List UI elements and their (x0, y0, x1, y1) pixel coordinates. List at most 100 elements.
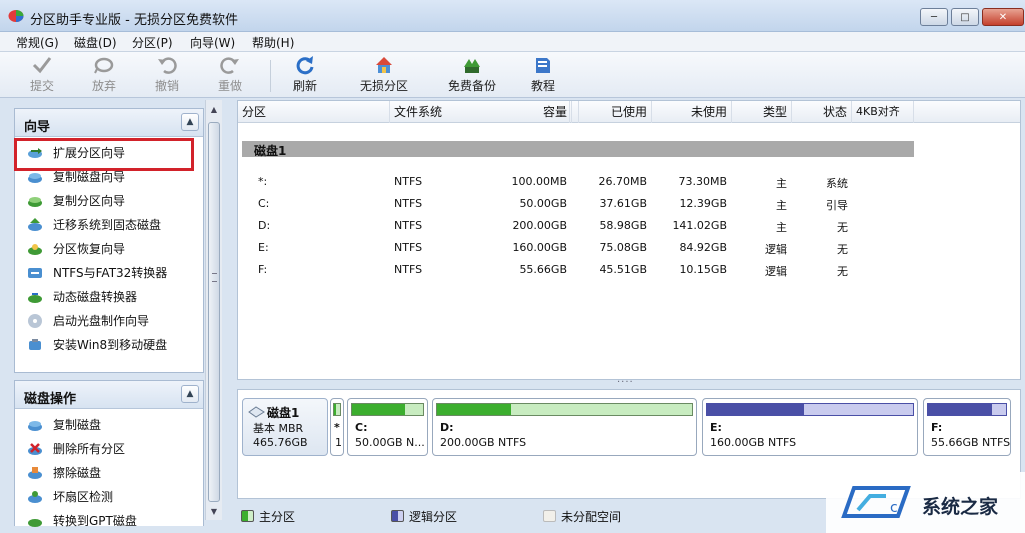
wizard-item-win8-to-go[interactable]: 安装Win8到移动硬盘 (15, 333, 203, 357)
partition-desc: 55.66GB NTFS (931, 436, 1011, 449)
partition-label: F: (931, 421, 943, 434)
menu-bar: 常规(G) 磁盘(D) 分区(P) 向导(W) 帮助(H) (0, 32, 1025, 52)
column-capacity[interactable]: 容量 (492, 101, 572, 123)
wizard-item-copy-partition[interactable]: 复制分区向导 (15, 189, 203, 213)
minimize-button[interactable]: ─ (920, 8, 948, 26)
eraser-icon (28, 467, 42, 479)
disk-op-convert-gpt[interactable]: 转换到GPT磁盘 (15, 509, 203, 533)
column-type[interactable]: 类型 (732, 101, 792, 123)
discard-label: 放弃 (91, 79, 116, 93)
table-row[interactable]: C: NTFS 50.00GB 37.61GB 12.39GB 主 引导 (238, 193, 1020, 215)
disk-panel-collapse-button[interactable]: ▲ (181, 385, 199, 403)
close-icon: ✕ (998, 11, 1008, 23)
partition-desc: 200.00GB NTFS (440, 436, 527, 449)
legend-unallocated-label: 未分配空间 (561, 510, 622, 524)
redo-button[interactable]: 重做 (198, 55, 262, 95)
cell-used: 58.98GB (599, 219, 647, 232)
scroll-thumb[interactable] (208, 122, 220, 502)
partition-block-e[interactable]: E: 160.00GB NTFS (702, 398, 918, 456)
menu-help[interactable]: 帮助(H) (252, 34, 294, 51)
disk-group-header[interactable]: 磁盘1 (242, 141, 914, 158)
maximize-button[interactable]: □ (951, 8, 979, 26)
usage-fill (352, 404, 406, 415)
chevron-up-icon: ▲ (186, 389, 194, 399)
redo-icon (220, 57, 239, 74)
column-used[interactable]: 已使用 (572, 101, 652, 123)
partition-block-d[interactable]: D: 200.00GB NTFS (432, 398, 697, 456)
tutorial-button[interactable]: 教程 (511, 55, 575, 95)
unallocated-swatch-icon (543, 510, 556, 522)
partition-label: * (334, 421, 340, 434)
table-row[interactable]: D: NTFS 200.00GB 58.98GB 141.02GB 主 无 (238, 215, 1020, 237)
app-icon (8, 10, 24, 22)
disk-op-delete-all-partitions[interactable]: 删除所有分区 (15, 437, 203, 461)
cell-type: 主 (776, 221, 787, 234)
menu-wizard[interactable]: 向导(W) (190, 34, 235, 51)
wizard-item-extend-partition[interactable]: 扩展分区向导 (15, 141, 203, 165)
lossless-partition-button[interactable]: 无损分区 (352, 55, 416, 95)
disk-panel-header[interactable]: 磁盘操作 ▲ (15, 381, 203, 409)
left-pane: 向导 ▲ 扩展分区向导 复制磁盘向导 复制分区向导 迁移系统到固态磁盘 分区恢复… (8, 100, 226, 528)
pane-splitter[interactable] (237, 374, 1021, 389)
disk-card[interactable]: 磁盘1 基本 MBR 465.76GB (242, 398, 328, 456)
cell-filesystem: NTFS (394, 175, 423, 188)
table-row[interactable]: F: NTFS 55.66GB 45.51GB 10.15GB 逻辑 无 (238, 259, 1020, 281)
legend-primary: 主分区 (241, 508, 295, 525)
wizard-item-ntfs-fat32-converter[interactable]: NTFS与FAT32转换器 (15, 261, 203, 285)
toolbar: 提交 放弃 撤销 重做 刷新 无损分区 免费备份 教程 (0, 52, 1025, 98)
lossless-label: 无损分区 (359, 79, 408, 93)
menu-general[interactable]: 常规(G) (16, 34, 59, 51)
hard-disk-icon (248, 406, 265, 418)
wizard-item-boot-cd-builder[interactable]: 启动光盘制作向导 (15, 309, 203, 333)
partition-block-f[interactable]: F: 55.66GB NTFS (923, 398, 1011, 456)
discard-button[interactable]: 放弃 (72, 55, 136, 95)
column-4kb-align[interactable]: 4KB对齐 (852, 101, 914, 123)
disk-op-copy-disk[interactable]: 复制磁盘 (15, 413, 203, 437)
disk-op-wipe-disk[interactable]: 擦除磁盘 (15, 461, 203, 485)
convert-gpt-icon (28, 519, 42, 527)
wizard-item-migrate-os-ssd[interactable]: 迁移系统到固态磁盘 (15, 213, 203, 237)
menu-partition[interactable]: 分区(P) (132, 34, 173, 51)
cell-unused: 141.02GB (672, 219, 727, 232)
disk-op-label: 删除所有分区 (53, 442, 126, 456)
wizard-collapse-button[interactable]: ▲ (181, 113, 199, 131)
cell-partition: *: (258, 175, 268, 188)
partition-house-icon (376, 57, 392, 73)
left-pane-scrollbar[interactable]: ▲ ▼ (205, 100, 222, 520)
commit-label: 提交 (29, 79, 54, 93)
refresh-button[interactable]: 刷新 (273, 55, 337, 95)
wizard-item-copy-disk[interactable]: 复制磁盘向导 (15, 165, 203, 189)
cell-status: 无 (837, 265, 848, 278)
undo-button[interactable]: 撤销 (135, 55, 199, 95)
cell-type: 主 (776, 199, 787, 212)
scroll-up-icon[interactable]: ▲ (206, 102, 222, 118)
column-unused[interactable]: 未使用 (652, 101, 732, 123)
scroll-down-icon[interactable]: ▼ (206, 504, 222, 520)
disk-op-bad-sector-check[interactable]: 坏扇区检测 (15, 485, 203, 509)
partition-block-system[interactable]: * 1 (330, 398, 344, 456)
legend-unallocated: 未分配空间 (543, 508, 621, 525)
free-backup-button[interactable]: 免费备份 (440, 55, 504, 95)
wizard-item-label: 复制分区向导 (53, 194, 126, 208)
undo-label: 撤销 (154, 79, 179, 93)
partition-block-c[interactable]: C: 50.00GB N... (347, 398, 428, 456)
column-status[interactable]: 状态 (792, 101, 852, 123)
logical-swatch-icon (391, 510, 404, 522)
wizard-item-dynamic-disk-converter[interactable]: 动态磁盘转换器 (15, 285, 203, 309)
discard-icon (94, 57, 114, 74)
wizard-item-partition-recovery[interactable]: 分区恢复向导 (15, 237, 203, 261)
wizard-panel-header[interactable]: 向导 ▲ (15, 109, 203, 137)
disk-op-label: 转换到GPT磁盘 (53, 514, 137, 528)
usb-drive-icon (29, 339, 41, 350)
copy-partition-icon (28, 197, 42, 207)
column-partition[interactable]: 分区 (238, 101, 390, 123)
cell-partition: F: (258, 263, 268, 276)
commit-button[interactable]: 提交 (10, 55, 74, 95)
menu-disk[interactable]: 磁盘(D) (74, 34, 117, 51)
cell-unused: 84.92GB (679, 241, 727, 254)
close-button[interactable]: ✕ (982, 8, 1024, 26)
table-row[interactable]: E: NTFS 160.00GB 75.08GB 84.92GB 逻辑 无 (238, 237, 1020, 259)
wizard-item-label: 分区恢复向导 (53, 242, 126, 256)
primary-swatch-icon (241, 510, 254, 522)
table-row[interactable]: *: NTFS 100.00MB 26.70MB 73.30MB 主 系统 (238, 171, 1020, 193)
